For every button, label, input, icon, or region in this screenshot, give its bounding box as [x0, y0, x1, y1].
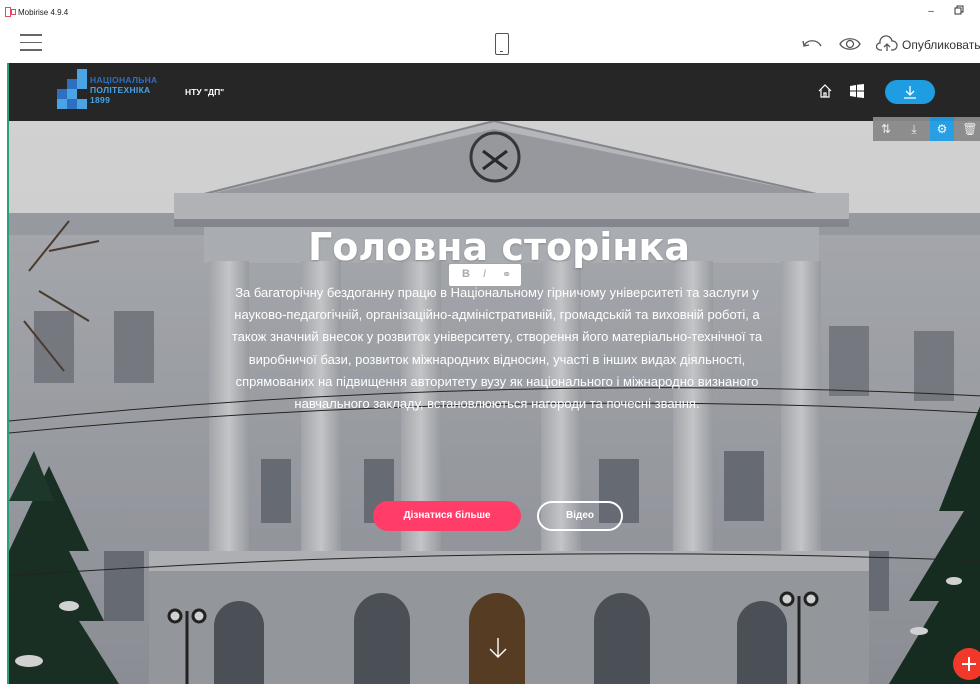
- hero-section: Головна сторінка B I ⚭ За багаторічну бе…: [9, 121, 980, 684]
- editor-toolbar: Опубликовать: [0, 26, 980, 63]
- window-titlebar: Mobirise 4.9.4 –: [0, 0, 980, 26]
- download-icon: [904, 86, 916, 99]
- preview-eye-icon[interactable]: [838, 36, 862, 52]
- plus-icon: [962, 657, 976, 671]
- page-canvas: НАЦІОНАЛЬНА ПОЛІТЕХНІКА 1899 НТУ "ДП" Го…: [7, 63, 980, 684]
- minimize-button[interactable]: –: [924, 5, 938, 19]
- block-tools-panel: ⇅ ⤓ ⚙ 🗑: [873, 117, 980, 141]
- delete-block-icon[interactable]: 🗑: [958, 117, 980, 141]
- learn-more-button[interactable]: Дізнатися більше: [373, 501, 521, 531]
- brand-name[interactable]: НТУ "ДП": [185, 87, 224, 97]
- bold-button[interactable]: B: [462, 268, 470, 280]
- undo-icon[interactable]: [800, 34, 824, 52]
- restore-button[interactable]: [952, 5, 966, 19]
- windows-icon[interactable]: [850, 84, 864, 98]
- italic-button[interactable]: I: [483, 268, 486, 280]
- link-button[interactable]: ⚭: [502, 268, 511, 281]
- publish-button[interactable]: Опубликовать: [902, 38, 980, 52]
- add-block-button[interactable]: [953, 648, 980, 680]
- scroll-down-arrow-icon[interactable]: [487, 636, 509, 660]
- mobile-preview-icon[interactable]: [495, 33, 509, 55]
- logo-line-2: ПОЛІТЕХНІКА: [90, 85, 151, 95]
- mobirise-app-icon: [5, 7, 16, 17]
- hero-title[interactable]: Головна сторінка: [9, 225, 980, 269]
- restore-icon: [954, 5, 964, 15]
- block-settings-icon[interactable]: ⚙: [930, 117, 954, 141]
- download-button[interactable]: [885, 80, 935, 104]
- save-block-icon[interactable]: ⤓: [902, 117, 926, 141]
- menu-icon[interactable]: [20, 34, 42, 52]
- logo-text: НАЦІОНАЛЬНА ПОЛІТЕХНІКА 1899: [90, 75, 158, 105]
- home-icon[interactable]: [817, 83, 833, 99]
- site-navbar: НАЦІОНАЛЬНА ПОЛІТЕХНІКА 1899 НТУ "ДП": [9, 63, 980, 121]
- window-title: Mobirise 4.9.4: [18, 8, 69, 17]
- logo-line-3: 1899: [90, 95, 111, 105]
- video-button[interactable]: Відео: [537, 501, 623, 531]
- reorder-icon[interactable]: ⇅: [874, 117, 898, 141]
- logo-line-1: НАЦІОНАЛЬНА: [90, 75, 158, 85]
- hero-description[interactable]: За багаторічну бездоганну працю в Націон…: [227, 282, 767, 415]
- publish-cloud-icon[interactable]: [876, 35, 898, 53]
